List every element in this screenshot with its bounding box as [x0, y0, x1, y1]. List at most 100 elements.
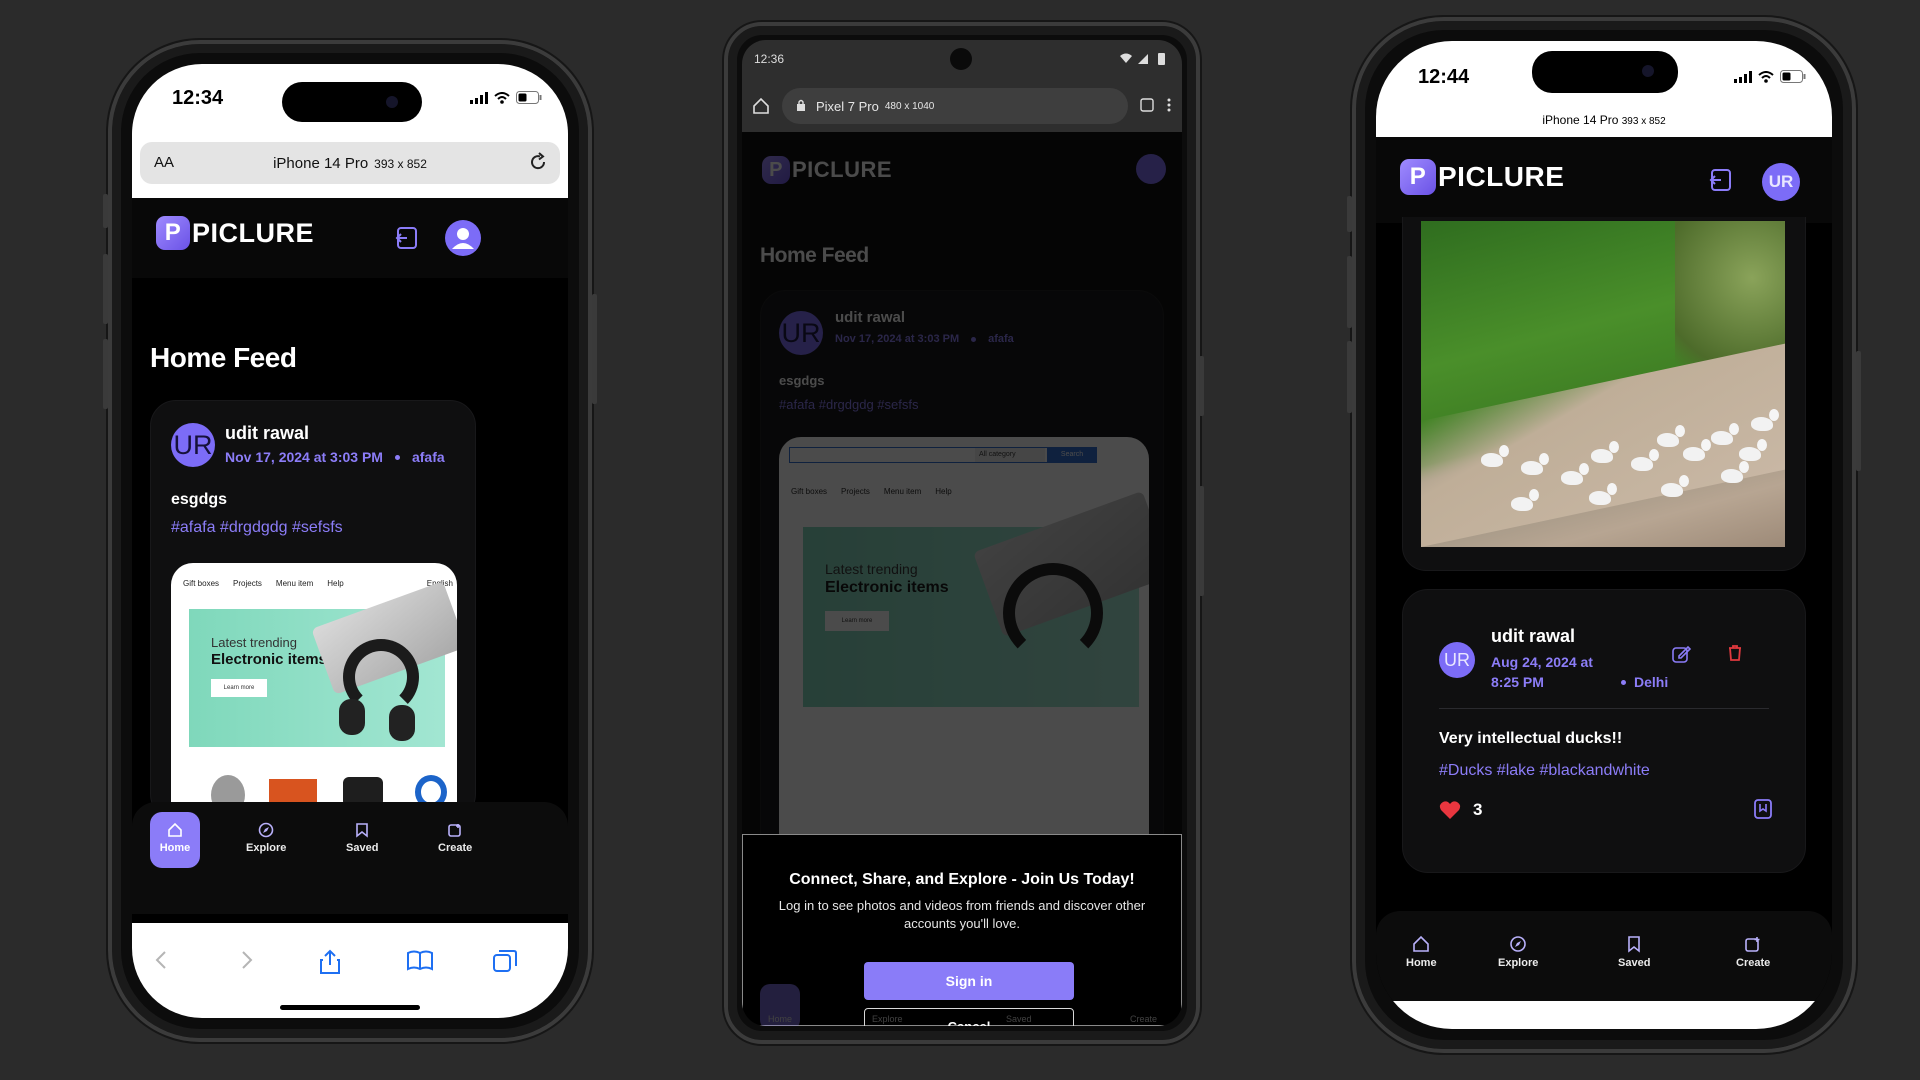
tab-home[interactable]: Home — [1406, 935, 1437, 969]
tab-switcher-icon[interactable] — [1140, 98, 1154, 112]
address-bar[interactable]: Pixel 7 Pro 480 x 1040 — [782, 88, 1128, 124]
iphone-frame-right: 12:44 iPhone 14 Pro 393 x 852 P PICLURE … — [1347, 17, 1861, 1053]
logout-icon[interactable] — [1708, 167, 1734, 193]
app-header: P PICLURE — [132, 198, 568, 278]
back-icon[interactable] — [152, 949, 172, 971]
tabs-icon[interactable] — [492, 949, 518, 975]
browser-toolbar — [132, 923, 568, 1018]
profile-avatar-button[interactable]: UR — [1762, 163, 1800, 201]
power-button — [1199, 356, 1204, 416]
post-meta: Nov 17, 2024 at 3:03 PM afafa — [225, 449, 445, 465]
volume-down-button — [1347, 341, 1352, 413]
brand-logo: P PICLURE — [762, 156, 892, 184]
wifi-icon — [1758, 70, 1774, 83]
post-meta: Delhi — [1621, 674, 1668, 690]
bookmark-icon — [1628, 936, 1641, 953]
brand-logo[interactable]: P PICLURE — [1400, 159, 1564, 195]
signal-icon — [470, 91, 488, 104]
edit-icon[interactable] — [1671, 644, 1691, 664]
status-icons — [1734, 70, 1806, 83]
create-icon — [1745, 937, 1760, 952]
like-count: 3 — [1473, 800, 1483, 819]
status-icons — [470, 91, 542, 104]
profile-avatar-button[interactable] — [445, 220, 481, 256]
explore-icon — [258, 822, 274, 838]
wifi-icon — [494, 91, 510, 104]
post-detail-card: UR udit rawal Aug 24, 2024 at 8:25 PM De… — [1402, 589, 1806, 873]
bookmark-icon[interactable] — [1753, 798, 1773, 820]
bookmarks-icon[interactable] — [406, 949, 434, 973]
pixel-frame-center: 12:36 Pixel 7 Pro 480 x 1040 P PICLURE H… — [724, 22, 1204, 1044]
app-header: P PICLURE UR — [1376, 137, 1832, 223]
brand-logo[interactable]: P PICLURE — [156, 216, 314, 250]
post-image[interactable]: Gift boxesProjectsMenu itemHelp English … — [171, 563, 457, 821]
image-nav: Gift boxesProjectsMenu itemHelp English — [183, 579, 453, 588]
image-banner: Latest trending Electronic items Learn m… — [189, 581, 457, 747]
forward-icon[interactable] — [236, 949, 256, 971]
post-username[interactable]: udit rawal — [225, 423, 309, 444]
battery-icon — [1780, 70, 1806, 83]
home-icon[interactable] — [752, 97, 770, 115]
phone-screen: 12:36 Pixel 7 Pro 480 x 1040 P PICLURE H… — [742, 40, 1182, 1026]
user-icon — [452, 228, 474, 249]
more-menu-icon[interactable] — [1166, 97, 1172, 113]
post-date: Aug 24, 2024 at 8:25 PM — [1491, 654, 1593, 690]
profile-avatar-button — [1136, 154, 1166, 184]
share-icon[interactable] — [318, 949, 342, 975]
tab-saved[interactable]: Saved — [1618, 935, 1650, 969]
tab-saved[interactable]: Saved — [346, 822, 378, 854]
status-bar: 12:44 iPhone 14 Pro 393 x 852 — [1376, 41, 1832, 137]
device-label: iPhone 14 Pro 393 x 852 — [273, 155, 427, 172]
post-image: All category Search Gift boxes Projects Me… — [779, 437, 1149, 891]
divider — [1439, 708, 1769, 709]
volume-up-button — [1347, 256, 1352, 328]
meta-separator — [1621, 679, 1626, 685]
create-icon — [448, 824, 461, 837]
bottom-nav: Home Explore Saved Create — [742, 976, 1182, 1026]
tab-create[interactable]: Create — [438, 822, 472, 854]
volume-down-button — [103, 339, 108, 409]
post-caption: esgdgs — [171, 491, 228, 508]
post-user-avatar[interactable]: UR — [1439, 642, 1475, 678]
delete-icon[interactable] — [1727, 644, 1743, 662]
dimmed-page: P PICLURE Home Feed UR udit rawal Nov 17… — [742, 132, 1182, 1026]
post-tags[interactable]: #Ducks #lake #blackandwhite — [1439, 762, 1650, 780]
tab-home[interactable]: Home — [150, 812, 200, 868]
post-image[interactable] — [1421, 221, 1785, 547]
mute-button — [103, 194, 108, 228]
page-title: Home Feed — [760, 244, 869, 267]
device-label: Pixel 7 Pro — [816, 98, 879, 114]
reload-icon[interactable] — [528, 152, 548, 172]
post-tags[interactable]: #afafa #drgdgdg #sefsfs — [171, 519, 343, 537]
status-time: 12:34 — [172, 87, 224, 109]
tab-explore[interactable]: Explore — [246, 822, 286, 854]
home-icon — [168, 822, 182, 837]
modal-heading: Connect, Share, and Explore - Join Us To… — [789, 871, 1135, 888]
browser-toolbar: Pixel 7 Pro 480 x 1040 — [742, 80, 1182, 132]
address-bar[interactable]: AA iPhone 14 Pro 393 x 852 — [140, 142, 560, 184]
signal-icon — [1734, 70, 1752, 83]
heart-icon[interactable] — [1439, 800, 1461, 820]
logo-mark: P — [156, 216, 190, 250]
home-icon — [1413, 935, 1430, 952]
iphone-frame-left: 12:34 AA iPhone 14 Pro 393 x 852 P PICLUR… — [103, 40, 597, 1042]
status-icons — [1120, 53, 1165, 65]
brand-name: PICLURE — [192, 217, 315, 248]
dynamic-island — [282, 82, 422, 122]
modal-text: Log in to see photos and videos from fri… — [778, 898, 1146, 931]
post-card: UR udit rawal Nov 17, 2024 at 3:03 PM afa… — [760, 290, 1164, 891]
post-location: Delhi — [1634, 674, 1669, 690]
volume-up-button — [103, 254, 108, 324]
status-bar: 12:34 — [132, 64, 568, 144]
post-image-card — [1402, 217, 1806, 571]
post-user-avatar[interactable]: UR — [171, 423, 215, 467]
post-card: UR udit rawal Nov 17, 2024 at 3:03 PM af… — [150, 400, 476, 821]
bottom-nav: Home Explore Saved Create — [132, 802, 568, 914]
bookmark-icon — [356, 823, 369, 838]
tab-create[interactable]: Create — [1736, 935, 1770, 969]
power-button — [592, 294, 597, 404]
tab-explore[interactable]: Explore — [1498, 935, 1538, 969]
post-username[interactable]: udit rawal — [1491, 626, 1575, 647]
device-size: 480 x 1040 — [884, 100, 935, 112]
logout-icon[interactable] — [394, 225, 420, 251]
